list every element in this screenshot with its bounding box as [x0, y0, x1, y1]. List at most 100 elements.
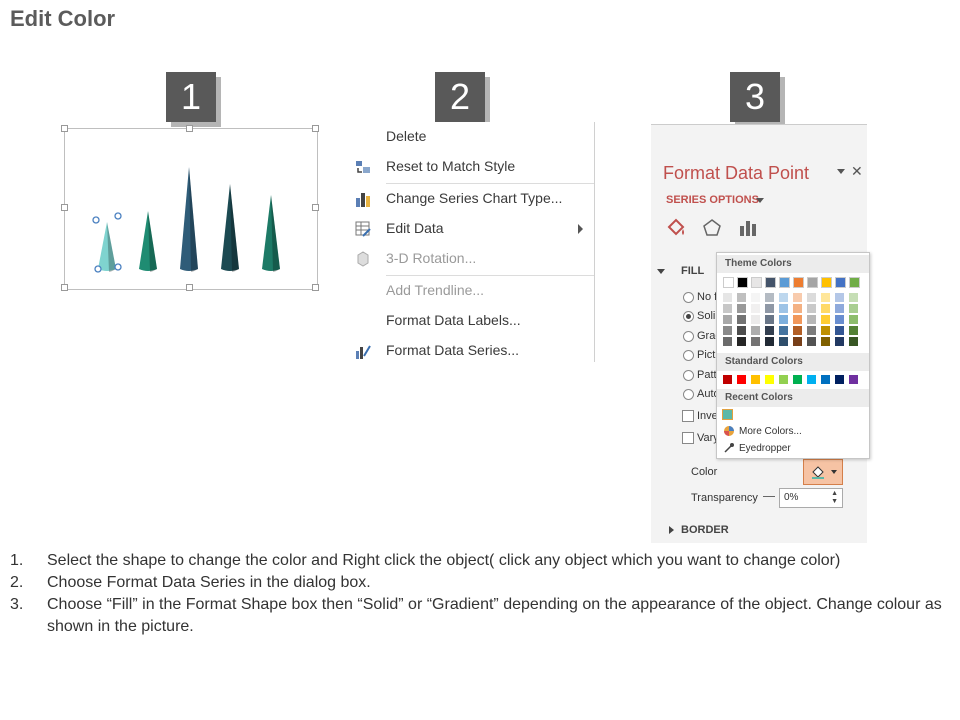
color-swatch[interactable]	[779, 304, 788, 313]
color-swatch[interactable]	[849, 326, 858, 335]
cone-2[interactable]	[139, 211, 157, 272]
color-swatch[interactable]	[765, 304, 774, 313]
color-swatch[interactable]	[737, 293, 746, 302]
color-swatch[interactable]	[793, 375, 802, 384]
color-swatch[interactable]	[779, 315, 788, 324]
color-swatch[interactable]	[723, 315, 732, 324]
color-swatch[interactable]	[751, 293, 760, 302]
color-swatch[interactable]	[821, 315, 830, 324]
radio-pattern-fill[interactable]	[683, 370, 694, 381]
color-swatch[interactable]	[751, 304, 760, 313]
color-swatch[interactable]	[737, 375, 746, 384]
resize-handle[interactable]	[186, 125, 193, 132]
color-swatch[interactable]	[779, 337, 788, 346]
color-swatch[interactable]	[723, 293, 732, 302]
cone-3[interactable]	[180, 167, 198, 272]
menu-item-3d-rotation[interactable]: 3-D Rotation...	[346, 244, 594, 274]
resize-handle[interactable]	[312, 284, 319, 291]
color-swatch[interactable]	[793, 337, 802, 346]
menu-item-format-data-labels[interactable]: Format Data Labels...	[346, 306, 594, 336]
resize-handle[interactable]	[186, 284, 193, 291]
eyedropper-link[interactable]: Eyedropper	[739, 443, 791, 454]
color-swatch[interactable]	[835, 277, 846, 288]
color-swatch[interactable]	[849, 293, 858, 302]
color-swatch[interactable]	[835, 293, 844, 302]
series-options-dropdown[interactable]: SERIES OPTIONS	[666, 194, 759, 206]
radio-gradient-fill[interactable]	[683, 331, 694, 342]
color-swatch[interactable]	[779, 326, 788, 335]
color-swatch[interactable]	[765, 277, 776, 288]
radio-automatic-fill[interactable]	[683, 389, 694, 400]
color-swatch[interactable]	[765, 326, 774, 335]
color-swatch[interactable]	[751, 375, 760, 384]
fill-line-tab-icon[interactable]	[665, 217, 687, 239]
color-swatch[interactable]	[835, 375, 844, 384]
color-swatch[interactable]	[807, 277, 818, 288]
menu-item-reset-style[interactable]: Reset to Match Style	[346, 152, 594, 182]
color-swatch[interactable]	[793, 277, 804, 288]
color-swatch[interactable]	[765, 337, 774, 346]
menu-item-format-data-series[interactable]: Format Data Series...	[346, 336, 594, 366]
selection-handle[interactable]	[94, 265, 102, 273]
color-swatch[interactable]	[765, 293, 774, 302]
color-swatch[interactable]	[821, 293, 830, 302]
radio-solid-fill[interactable]	[683, 311, 694, 322]
close-icon[interactable]: ✕	[851, 163, 863, 180]
color-swatch[interactable]	[821, 326, 830, 335]
border-section-header[interactable]: BORDER	[681, 524, 729, 536]
resize-handle[interactable]	[61, 204, 68, 211]
color-swatch[interactable]	[737, 326, 746, 335]
color-swatch[interactable]	[779, 375, 788, 384]
color-swatch[interactable]	[751, 337, 760, 346]
color-swatch[interactable]	[723, 304, 732, 313]
color-swatch[interactable]	[737, 337, 746, 346]
cone-4[interactable]	[221, 184, 239, 272]
color-swatch[interactable]	[849, 337, 858, 346]
color-swatch[interactable]	[751, 277, 762, 288]
color-swatch[interactable]	[723, 375, 732, 384]
color-swatch[interactable]	[849, 304, 858, 313]
color-picker-button[interactable]	[803, 459, 843, 485]
color-swatch[interactable]	[821, 277, 832, 288]
color-swatch[interactable]	[807, 375, 816, 384]
color-swatch[interactable]	[807, 293, 816, 302]
color-swatch[interactable]	[835, 337, 844, 346]
checkbox-vary-colors[interactable]	[682, 432, 694, 444]
transparency-input[interactable]: 0% ▲ ▼	[779, 488, 843, 508]
color-swatch[interactable]	[849, 315, 858, 324]
series-options-tab-icon[interactable]	[737, 217, 759, 239]
color-swatch[interactable]	[723, 337, 732, 346]
color-swatch[interactable]	[779, 293, 788, 302]
color-swatch[interactable]	[807, 326, 816, 335]
color-swatch[interactable]	[835, 304, 844, 313]
color-swatch[interactable]	[807, 337, 816, 346]
menu-item-edit-data[interactable]: Edit Data	[346, 214, 594, 244]
chevron-down-icon[interactable]	[756, 198, 764, 203]
color-swatch[interactable]	[723, 326, 732, 335]
selection-handle[interactable]	[92, 216, 100, 224]
cone-5[interactable]	[262, 195, 280, 272]
color-swatch[interactable]	[835, 315, 844, 324]
selection-handle[interactable]	[114, 263, 122, 271]
color-swatch[interactable]	[793, 304, 802, 313]
resize-handle[interactable]	[61, 125, 68, 132]
cone-1[interactable]	[98, 222, 116, 272]
color-swatch[interactable]	[723, 277, 734, 288]
color-swatch[interactable]	[751, 326, 760, 335]
resize-handle[interactable]	[312, 204, 319, 211]
color-swatch[interactable]	[737, 277, 748, 288]
resize-handle[interactable]	[61, 284, 68, 291]
fill-section-header[interactable]: FILL	[681, 265, 704, 277]
spinner-arrows-icon[interactable]: ▲ ▼	[831, 490, 838, 506]
color-swatch[interactable]	[807, 315, 816, 324]
chart-area[interactable]	[64, 128, 318, 290]
radio-picture-fill[interactable]	[683, 350, 694, 361]
menu-item-delete[interactable]: Delete	[346, 122, 594, 152]
color-swatch[interactable]	[821, 337, 830, 346]
color-swatch[interactable]	[737, 315, 746, 324]
color-swatch[interactable]	[793, 315, 802, 324]
radio-no-fill[interactable]	[683, 292, 694, 303]
menu-item-change-chart-type[interactable]: Change Series Chart Type...	[346, 184, 594, 214]
effects-tab-icon[interactable]	[701, 217, 723, 239]
pane-options-icon[interactable]	[837, 169, 845, 174]
